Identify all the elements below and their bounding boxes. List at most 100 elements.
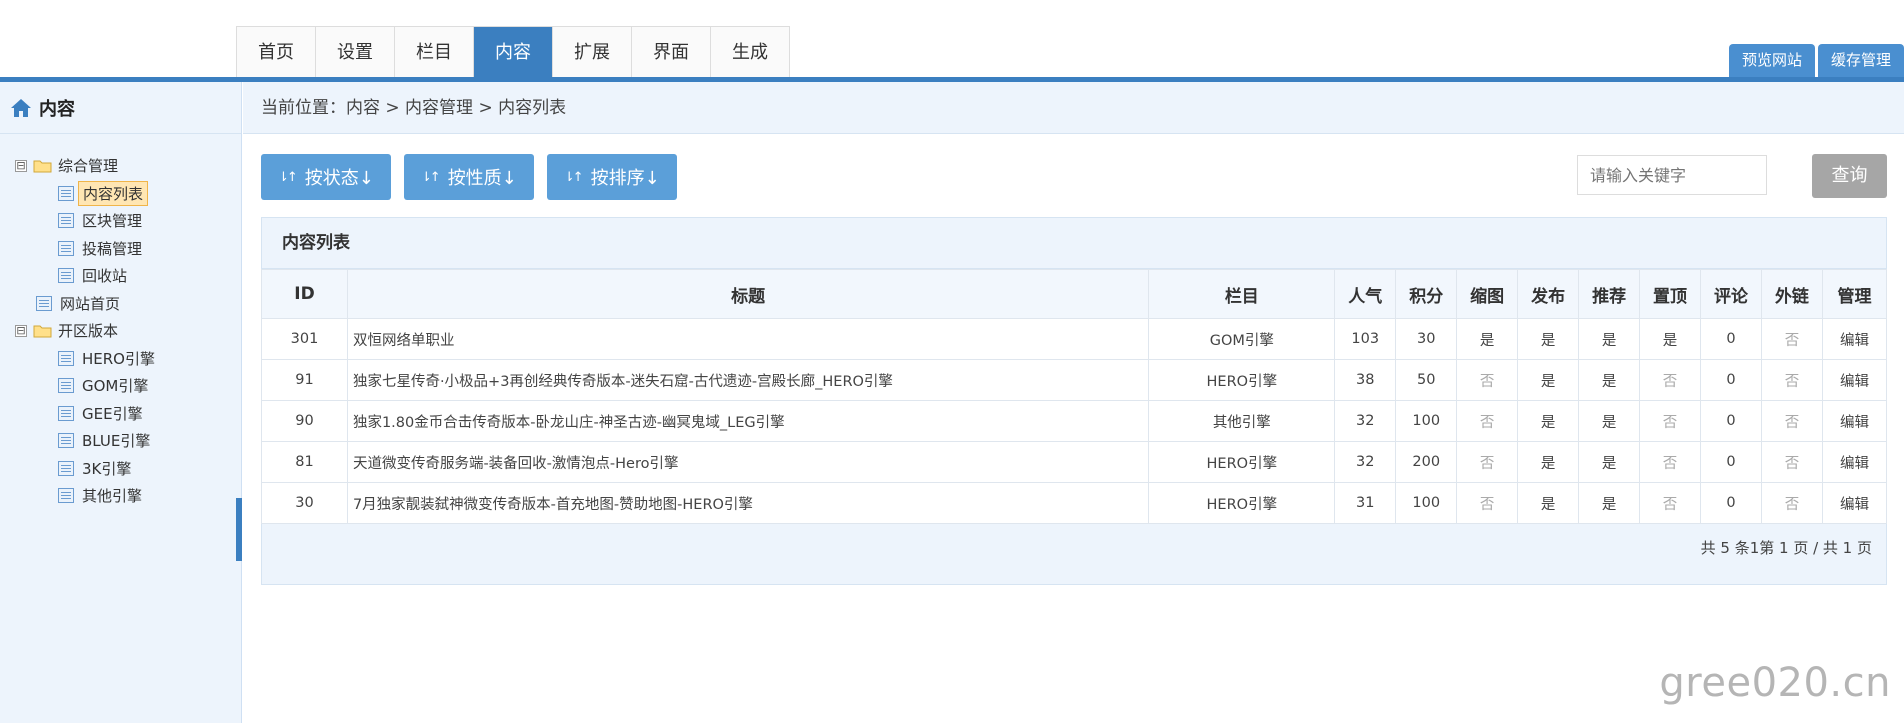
cell-comments: 0 — [1700, 441, 1762, 483]
cell-top[interactable]: 否 — [1639, 400, 1702, 442]
filter-button-label: 按状态↓ — [304, 168, 374, 189]
cell-top[interactable]: 否 — [1639, 482, 1702, 524]
main-nav: 首页 设置 栏目 内容 扩展 界面 生成 — [236, 26, 790, 78]
cell-external[interactable]: 否 — [1760, 441, 1823, 483]
top-bar: 首页 设置 栏目 内容 扩展 界面 生成 预览网站 缓存管理 — [0, 0, 1904, 82]
tree-item-label: BLUE引擎 — [82, 432, 151, 451]
nav-tab-generate[interactable]: 生成 — [711, 27, 790, 78]
cell-title[interactable]: 7月独家靓装弑神微变传奇版本-首充地图-赞助地图-HERO引擎 — [346, 482, 1150, 524]
nav-tab-home[interactable]: 首页 — [237, 27, 316, 78]
cell-recommend[interactable]: 是 — [1578, 318, 1641, 360]
table-body: 301 双恒网络单职业 GOM引擎 103 30 是是是是 0 否编辑 91 独家七星传奇·小极品… — [261, 318, 1888, 524]
cell-external[interactable]: 否 — [1760, 318, 1823, 360]
cell-views: 32 — [1334, 400, 1397, 442]
cell-manage[interactable]: 编辑 — [1821, 318, 1888, 360]
filter-by-order-button[interactable]: ⇂↑ 按排序↓ — [546, 154, 677, 200]
tree-item-label: 3K引擎 — [82, 459, 132, 478]
cell-column: HERO引擎 — [1148, 359, 1336, 401]
cell-recommend[interactable]: 是 — [1578, 441, 1641, 483]
table-row: 91 独家七星传奇·小极品+3再创经典传奇版本-迷失石窟-古代遗迹-宫殿长廊_HE… — [261, 359, 1888, 401]
cell-thumb[interactable]: 否 — [1456, 482, 1519, 524]
list-page-icon — [58, 460, 74, 476]
tree-item-content-list[interactable]: 内容列表 — [0, 180, 241, 208]
cell-id: 91 — [261, 359, 348, 401]
cell-publish[interactable]: 是 — [1517, 400, 1580, 442]
cell-points: 50 — [1395, 359, 1458, 401]
cell-thumb[interactable]: 是 — [1456, 318, 1519, 360]
tree-item-label: GOM引擎 — [82, 377, 149, 396]
panel-title: 内容列表 — [262, 218, 1886, 269]
nav-tab-extend[interactable]: 扩展 — [553, 27, 632, 78]
tree-group-general[interactable]: ⊟ 综合管理 — [0, 152, 241, 180]
cell-manage[interactable]: 编辑 — [1821, 400, 1888, 442]
cell-id: 301 — [261, 318, 348, 360]
tree-item-submission-manage[interactable]: 投稿管理 — [0, 235, 241, 263]
cell-title[interactable]: 天道微变传奇服务端-装备回收-激情泡点-Hero引擎 — [346, 441, 1150, 483]
cell-manage[interactable]: 编辑 — [1821, 482, 1888, 524]
cell-external[interactable]: 否 — [1760, 359, 1823, 401]
tree-item-gee-engine[interactable]: GEE引擎 — [0, 400, 241, 428]
col-header-manage: 管理 — [1821, 269, 1888, 319]
cell-top[interactable]: 否 — [1639, 441, 1702, 483]
table-header-row: ID 标题 栏目 人气 积分 缩图 发布 推荐 置顶 评论 外链 管理 — [261, 269, 1888, 319]
cell-recommend[interactable]: 是 — [1578, 482, 1641, 524]
tree-item-recycle-bin[interactable]: 回收站 — [0, 262, 241, 290]
cell-thumb[interactable]: 否 — [1456, 400, 1519, 442]
cell-external[interactable]: 否 — [1760, 482, 1823, 524]
cell-thumb[interactable]: 否 — [1456, 359, 1519, 401]
cell-column: HERO引擎 — [1148, 441, 1336, 483]
cell-title[interactable]: 双恒网络单职业 — [346, 318, 1150, 360]
cell-publish[interactable]: 是 — [1517, 318, 1580, 360]
cell-title[interactable]: 独家1.80金币合击传奇版本-卧龙山庄-神圣古迹-幽冥鬼域_LEG引擎 — [346, 400, 1150, 442]
preview-site-button[interactable]: 预览网站 — [1728, 44, 1815, 77]
cell-manage[interactable]: 编辑 — [1821, 359, 1888, 401]
tree-item-blue-engine[interactable]: BLUE引擎 — [0, 427, 241, 455]
filter-by-status-button[interactable]: ⇂↑ 按状态↓ — [261, 154, 391, 200]
tree-group-server-version[interactable]: ⊟ 开区版本 — [0, 317, 241, 345]
keyword-search-input[interactable] — [1577, 155, 1767, 195]
sidebar-header: 内容 — [0, 82, 241, 134]
cell-manage[interactable]: 编辑 — [1821, 441, 1888, 483]
cell-views: 31 — [1334, 482, 1397, 524]
folder-icon — [33, 160, 52, 173]
collapse-icon[interactable]: ⊟ — [15, 324, 27, 337]
tree-item-other-engine[interactable]: 其他引擎 — [0, 482, 241, 510]
table-row: 301 双恒网络单职业 GOM引擎 103 30 是是是是 0 否编辑 — [261, 318, 1888, 360]
nav-tab-settings[interactable]: 设置 — [316, 27, 395, 78]
cell-recommend[interactable]: 是 — [1578, 400, 1641, 442]
cell-column: 其他引擎 — [1148, 400, 1336, 442]
cache-manage-button[interactable]: 缓存管理 — [1817, 44, 1904, 77]
nav-tab-content[interactable]: 内容 — [474, 27, 553, 78]
tree-item-site-home[interactable]: 网站首页 — [0, 290, 241, 318]
cell-thumb[interactable]: 否 — [1456, 441, 1519, 483]
col-header-views: 人气 — [1334, 269, 1397, 319]
tree-item-gom-engine[interactable]: GOM引擎 — [0, 372, 241, 400]
list-page-icon — [58, 240, 74, 256]
cell-title[interactable]: 独家七星传奇·小极品+3再创经典传奇版本-迷失石窟-古代遗迹-宫殿长廊_HERO… — [346, 359, 1150, 401]
query-button[interactable]: 查询 — [1812, 154, 1887, 198]
col-header-recommend: 推荐 — [1578, 269, 1641, 319]
cell-publish[interactable]: 是 — [1517, 482, 1580, 524]
cell-column: GOM引擎 — [1148, 318, 1336, 360]
nav-tab-interface[interactable]: 界面 — [632, 27, 711, 78]
collapse-icon[interactable]: ⊟ — [15, 159, 27, 172]
cell-top[interactable]: 是 — [1639, 318, 1702, 360]
content-tree: ⊟ 综合管理 内容列表 区块管理 投稿管理 回收站 网站首页 ⊟ 开区版本 HE… — [0, 134, 241, 510]
nav-tab-columns[interactable]: 栏目 — [395, 27, 474, 78]
cell-recommend[interactable]: 是 — [1578, 359, 1641, 401]
table-row: 30 7月独家靓装弑神微变传奇版本-首充地图-赞助地图-HERO引擎 HERO引擎 3… — [261, 482, 1888, 524]
tree-item-3k-engine[interactable]: 3K引擎 — [0, 455, 241, 483]
cell-publish[interactable]: 是 — [1517, 359, 1580, 401]
tree-item-hero-engine[interactable]: HERO引擎 — [0, 345, 241, 373]
col-header-thumb: 缩图 — [1456, 269, 1519, 319]
filter-by-nature-button[interactable]: ⇂↑ 按性质↓ — [403, 154, 534, 200]
cell-external[interactable]: 否 — [1760, 400, 1823, 442]
tree-item-label: 投稿管理 — [82, 239, 143, 258]
list-page-icon — [36, 295, 52, 311]
cell-publish[interactable]: 是 — [1517, 441, 1580, 483]
table-row: 90 独家1.80金币合击传奇版本-卧龙山庄-神圣古迹-幽冥鬼域_LEG引擎 其他引… — [261, 400, 1888, 442]
tree-item-label: 区块管理 — [82, 212, 143, 231]
sidebar-collapse-handle[interactable] — [236, 498, 242, 561]
cell-top[interactable]: 否 — [1639, 359, 1702, 401]
tree-item-block-manage[interactable]: 区块管理 — [0, 207, 241, 235]
